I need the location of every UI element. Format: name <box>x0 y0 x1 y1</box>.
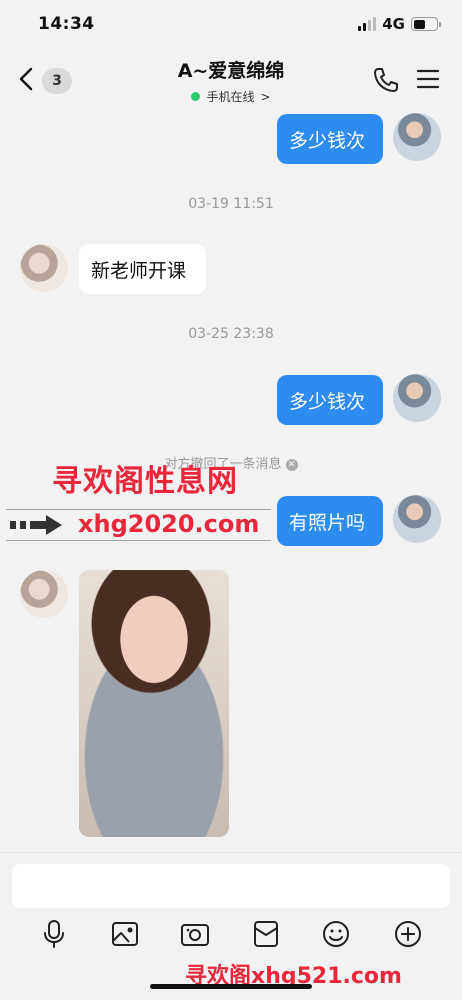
camera-icon[interactable] <box>180 919 210 949</box>
watermark-text: 寻欢阁性息网 <box>52 464 238 499</box>
online-dot-icon <box>191 92 201 101</box>
my-avatar[interactable] <box>393 495 441 543</box>
phone-icon[interactable] <box>372 66 400 94</box>
message-timestamp: 03-25 23:38 <box>188 326 274 342</box>
message-timestamp: 03-19 11:51 <box>188 196 274 212</box>
menu-icon[interactable] <box>416 68 440 90</box>
network-type: 4G <box>382 15 405 33</box>
message-bubble-outgoing[interactable]: 有照片吗 <box>277 496 383 546</box>
message-bubble-outgoing[interactable]: 多少钱次 <box>277 114 383 164</box>
plus-icon[interactable] <box>393 919 423 949</box>
close-icon: ✕ <box>285 459 298 471</box>
watermark-url: xhg2020.com <box>78 510 260 538</box>
message-input[interactable] <box>12 864 450 908</box>
contact-avatar[interactable] <box>20 570 68 618</box>
microphone-icon[interactable] <box>39 919 69 949</box>
message-bubble-outgoing[interactable]: 多少钱次 <box>277 375 383 425</box>
back-icon[interactable] <box>16 66 38 92</box>
status-time: 14:34 <box>38 14 95 34</box>
my-avatar[interactable] <box>393 374 441 422</box>
red-packet-icon[interactable] <box>251 919 281 949</box>
title-area[interactable]: A~爱意绵绵 手机在线 > <box>100 56 362 105</box>
status-indicators: 4G <box>358 15 441 33</box>
online-status[interactable]: 手机在线 > <box>100 88 362 105</box>
arrow-right-icon <box>10 515 62 535</box>
chat-header: 3 A~爱意绵绵 手机在线 > <box>0 48 462 108</box>
contact-avatar[interactable] <box>20 244 68 292</box>
emoji-icon[interactable] <box>321 919 351 949</box>
image-icon[interactable] <box>110 919 140 949</box>
battery-icon <box>411 17 441 31</box>
chat-title: A~爱意绵绵 <box>177 60 285 82</box>
message-bubble-incoming[interactable]: 新老师开课 <box>79 244 206 294</box>
photo-message[interactable] <box>79 570 229 837</box>
signal-icon <box>358 17 377 31</box>
status-bar: 14:34 4G <box>0 0 462 48</box>
chevron-right-icon: > <box>260 89 271 104</box>
online-status-label: 手机在线 <box>206 90 255 104</box>
home-indicator[interactable] <box>150 984 312 989</box>
watermark-divider <box>6 540 271 541</box>
my-avatar[interactable] <box>393 113 441 161</box>
unread-count-badge[interactable]: 3 <box>42 68 72 94</box>
